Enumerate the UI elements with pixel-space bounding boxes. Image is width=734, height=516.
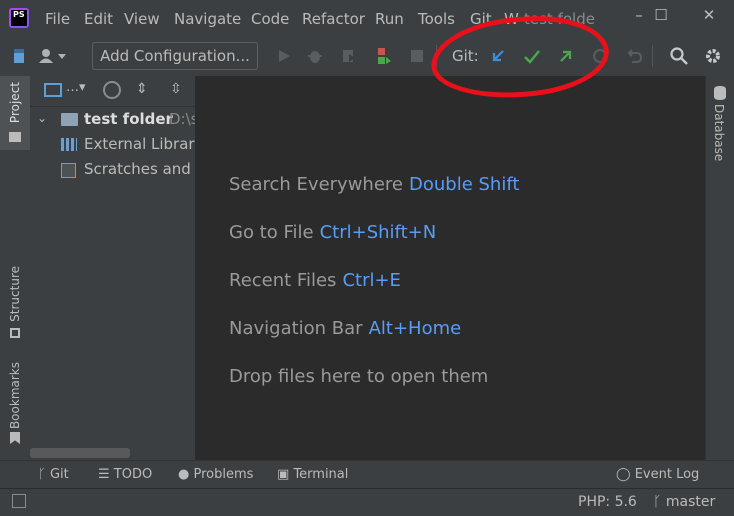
menu-tools[interactable]: Tools — [418, 10, 455, 28]
project-tab[interactable]: Project — [0, 76, 30, 150]
app-logo[interactable]: PS — [9, 8, 29, 28]
gear-icon[interactable] — [702, 45, 724, 67]
chevron-down-icon[interactable]: ⌄ — [37, 111, 47, 125]
git-tab[interactable]: ᚴ Git — [38, 467, 69, 482]
branch-icon: ᚴ — [38, 467, 46, 482]
problems-icon: ● — [178, 467, 190, 482]
project-panel-header: …▾ ⇕ ⇳ — [30, 76, 195, 107]
problems-tab[interactable]: ● Problems — [178, 467, 253, 482]
menu-refactor[interactable]: Refactor — [302, 10, 365, 28]
project-panel: …▾ ⇕ ⇳ ⌄ test folder D:\s External Libra… — [30, 76, 195, 460]
todo-tab[interactable]: ☰ TODO — [98, 467, 152, 482]
menu-code[interactable]: Code — [251, 10, 289, 28]
debug-icon[interactable] — [304, 45, 326, 67]
library-icon — [61, 138, 77, 151]
project-root-label: test folder — [84, 110, 173, 128]
git-branch-widget[interactable]: ᚴ master — [653, 494, 715, 510]
stop-icon[interactable] — [406, 45, 428, 67]
terminal-tab-label: Terminal — [293, 467, 349, 482]
database-icon — [714, 86, 726, 100]
branch-icon: ᚴ — [653, 494, 662, 510]
project-root-path: D:\s — [169, 110, 195, 128]
hint-label: Navigation Bar — [229, 318, 363, 339]
user-icon[interactable] — [36, 45, 70, 67]
list-icon: ☰ — [98, 467, 110, 482]
terminal-tab[interactable]: ▣ Terminal — [277, 467, 348, 482]
tool-windows-icon[interactable] — [12, 494, 26, 508]
scratches-icon — [61, 163, 76, 178]
window-icon[interactable] — [44, 83, 62, 97]
app-logo-text: PS — [11, 10, 27, 26]
php-version[interactable]: PHP: 5.6 — [578, 494, 637, 510]
hint-search-everywhere: Search Everywhere Double Shift — [229, 174, 519, 195]
structure-tab[interactable]: Structure — [8, 266, 22, 322]
rollback-icon[interactable] — [624, 45, 646, 67]
hint-label: Drop files here to open them — [229, 366, 489, 387]
structure-icon — [10, 328, 20, 338]
hint-shortcut: Ctrl+Shift+N — [319, 222, 437, 243]
hint-label: Search Everywhere — [229, 174, 403, 195]
bookmarks-tab[interactable]: Bookmarks — [8, 362, 22, 429]
run-icon[interactable] — [273, 45, 295, 67]
right-tool-strip: Database — [705, 76, 734, 460]
menu-run[interactable]: Run — [375, 10, 404, 28]
build-icon[interactable] — [372, 45, 394, 67]
search-icon[interactable] — [668, 45, 690, 67]
hint-shortcut: Alt+Home — [368, 318, 462, 339]
hint-go-to-file: Go to File Ctrl+Shift+N — [229, 222, 436, 243]
folder-icon — [61, 113, 78, 126]
menu-navigate[interactable]: Navigate — [174, 10, 241, 28]
toolbar-separator — [652, 45, 653, 67]
event-log-tab[interactable]: ◯ Event Log — [616, 467, 699, 482]
hint-recent-files: Recent Files Ctrl+E — [229, 270, 401, 291]
maximize-button[interactable]: ☐ — [638, 6, 684, 24]
git-branch-label: master — [665, 494, 716, 510]
bottom-tool-bar: ᚴ Git ☰ TODO ● Problems ▣ Terminal ◯ Eve… — [0, 460, 734, 489]
menu-file[interactable]: File — [45, 10, 70, 28]
left-tool-strip: Project Structure Bookmarks — [0, 76, 31, 460]
hint-label: Go to File — [229, 222, 314, 243]
scratches-label: Scratches and C — [84, 160, 195, 178]
add-configuration-button[interactable]: Add Configuration... — [92, 42, 258, 70]
hint-shortcut: Ctrl+E — [342, 270, 401, 291]
project-view-icon[interactable] — [8, 45, 30, 67]
horizontal-scrollbar[interactable] — [30, 448, 130, 458]
status-bar: PHP: 5.6 ᚴ master — [0, 488, 734, 516]
menu-view[interactable]: View — [124, 10, 160, 28]
coverage-icon[interactable] — [337, 45, 359, 67]
main-toolbar: Add Configuration... Git: — [0, 36, 734, 77]
collapse-all-icon[interactable]: ⇳ — [170, 80, 182, 98]
locate-icon[interactable] — [103, 81, 121, 99]
bookmark-icon — [10, 432, 20, 444]
problems-tab-label: Problems — [193, 467, 254, 482]
project-tab-label: Project — [8, 82, 22, 124]
editor-empty-state: Search Everywhere Double Shift Go to File… — [195, 76, 705, 460]
database-tab[interactable]: Database — [712, 104, 726, 161]
dropdown-icon[interactable]: …▾ — [66, 80, 86, 95]
event-log-icon: ◯ — [616, 467, 631, 482]
hint-navigation-bar: Navigation Bar Alt+Home — [229, 318, 461, 339]
menu-bar: PS File Edit View Navigate Code Refactor… — [0, 0, 734, 36]
git-tab-label: Git — [49, 467, 69, 482]
todo-tab-label: TODO — [113, 467, 153, 482]
external-libraries-label: External Librarie — [84, 135, 195, 153]
expand-all-icon[interactable]: ⇕ — [136, 80, 148, 98]
menu-edit[interactable]: Edit — [84, 10, 113, 28]
hint-label: Recent Files — [229, 270, 337, 291]
terminal-icon: ▣ — [277, 467, 290, 482]
close-button[interactable]: ✕ — [686, 6, 732, 24]
folder-icon — [9, 132, 21, 142]
hint-drop-files: Drop files here to open them — [229, 366, 488, 387]
event-log-tab-label: Event Log — [634, 467, 700, 482]
hint-shortcut: Double Shift — [409, 174, 520, 195]
